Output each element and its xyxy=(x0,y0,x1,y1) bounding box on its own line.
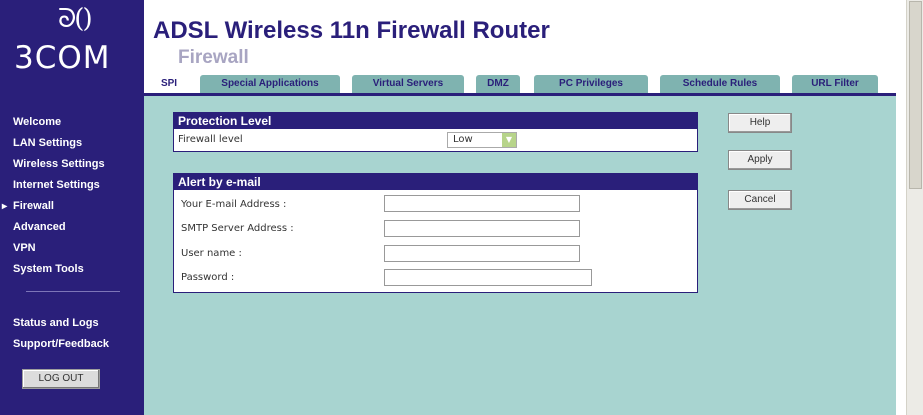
logo-text: 3COM xyxy=(14,40,111,76)
protection-level-panel: Protection Level Firewall level Low ▼ xyxy=(173,112,698,152)
sidebar-item-wireless-settings[interactable]: Wireless Settings xyxy=(0,154,144,175)
tab-schedule-rules[interactable]: Schedule Rules xyxy=(660,75,780,93)
smtp-server-field[interactable] xyxy=(384,220,580,237)
sidebar: ᘐ() 3COM Welcome LAN Settings Wireless S… xyxy=(0,0,144,415)
username-field[interactable] xyxy=(384,245,580,262)
tab-special-applications[interactable]: Special Applications xyxy=(200,75,340,93)
sidebar-item-advanced[interactable]: Advanced xyxy=(0,217,144,238)
sidebar-item-status-and-logs[interactable]: Status and Logs xyxy=(0,313,144,334)
email-label: Your E-mail Address : xyxy=(181,199,287,210)
scrollbar-thumb[interactable] xyxy=(909,1,922,189)
nav-divider xyxy=(26,291,120,292)
help-button[interactable]: Help xyxy=(728,113,792,133)
cancel-button[interactable]: Cancel xyxy=(728,190,792,210)
alert-email-panel: Alert by e-mail Your E-mail Address : SM… xyxy=(173,173,698,293)
logout-button[interactable]: LOG OUT xyxy=(22,369,100,389)
tab-url-filter[interactable]: URL Filter xyxy=(792,75,878,93)
sidebar-item-system-tools[interactable]: System Tools xyxy=(0,259,144,280)
apply-button[interactable]: Apply xyxy=(728,150,792,170)
protection-level-title: Protection Level xyxy=(174,113,697,129)
tab-virtual-servers[interactable]: Virtual Servers xyxy=(352,75,464,93)
sidebar-item-welcome[interactable]: Welcome xyxy=(0,112,144,133)
tab-spi[interactable]: SPI xyxy=(154,75,184,93)
smtp-label: SMTP Server Address : xyxy=(181,223,294,234)
logo-mark: ᘐ() xyxy=(58,4,93,34)
sidebar-item-support-feedback[interactable]: Support/Feedback xyxy=(0,334,144,355)
sidebar-item-internet-settings[interactable]: Internet Settings xyxy=(0,175,144,196)
chevron-down-icon: ▼ xyxy=(502,133,516,147)
vertical-scrollbar[interactable] xyxy=(906,0,923,415)
tab-dmz[interactable]: DMZ xyxy=(476,75,520,93)
firewall-level-value: Low xyxy=(453,134,473,145)
password-field[interactable] xyxy=(384,269,592,286)
password-label: Password : xyxy=(181,272,235,283)
sidebar-item-firewall[interactable]: Firewall xyxy=(0,196,144,217)
sidebar-nav: Welcome LAN Settings Wireless Settings I… xyxy=(0,112,144,355)
content-area: Protection Level Firewall level Low ▼ Al… xyxy=(144,96,896,415)
firewall-level-select[interactable]: Low ▼ xyxy=(447,132,517,148)
alert-email-title: Alert by e-mail xyxy=(174,174,697,190)
email-field[interactable] xyxy=(384,195,580,212)
page-subtitle: Firewall xyxy=(178,47,249,68)
page-title: ADSL Wireless 11n Firewall Router xyxy=(153,17,550,44)
username-label: User name : xyxy=(181,248,242,259)
sidebar-item-lan-settings[interactable]: LAN Settings xyxy=(0,133,144,154)
firewall-level-label: Firewall level xyxy=(178,134,243,145)
sidebar-item-vpn[interactable]: VPN xyxy=(0,238,144,259)
tab-pc-privileges[interactable]: PC Privileges xyxy=(534,75,648,93)
